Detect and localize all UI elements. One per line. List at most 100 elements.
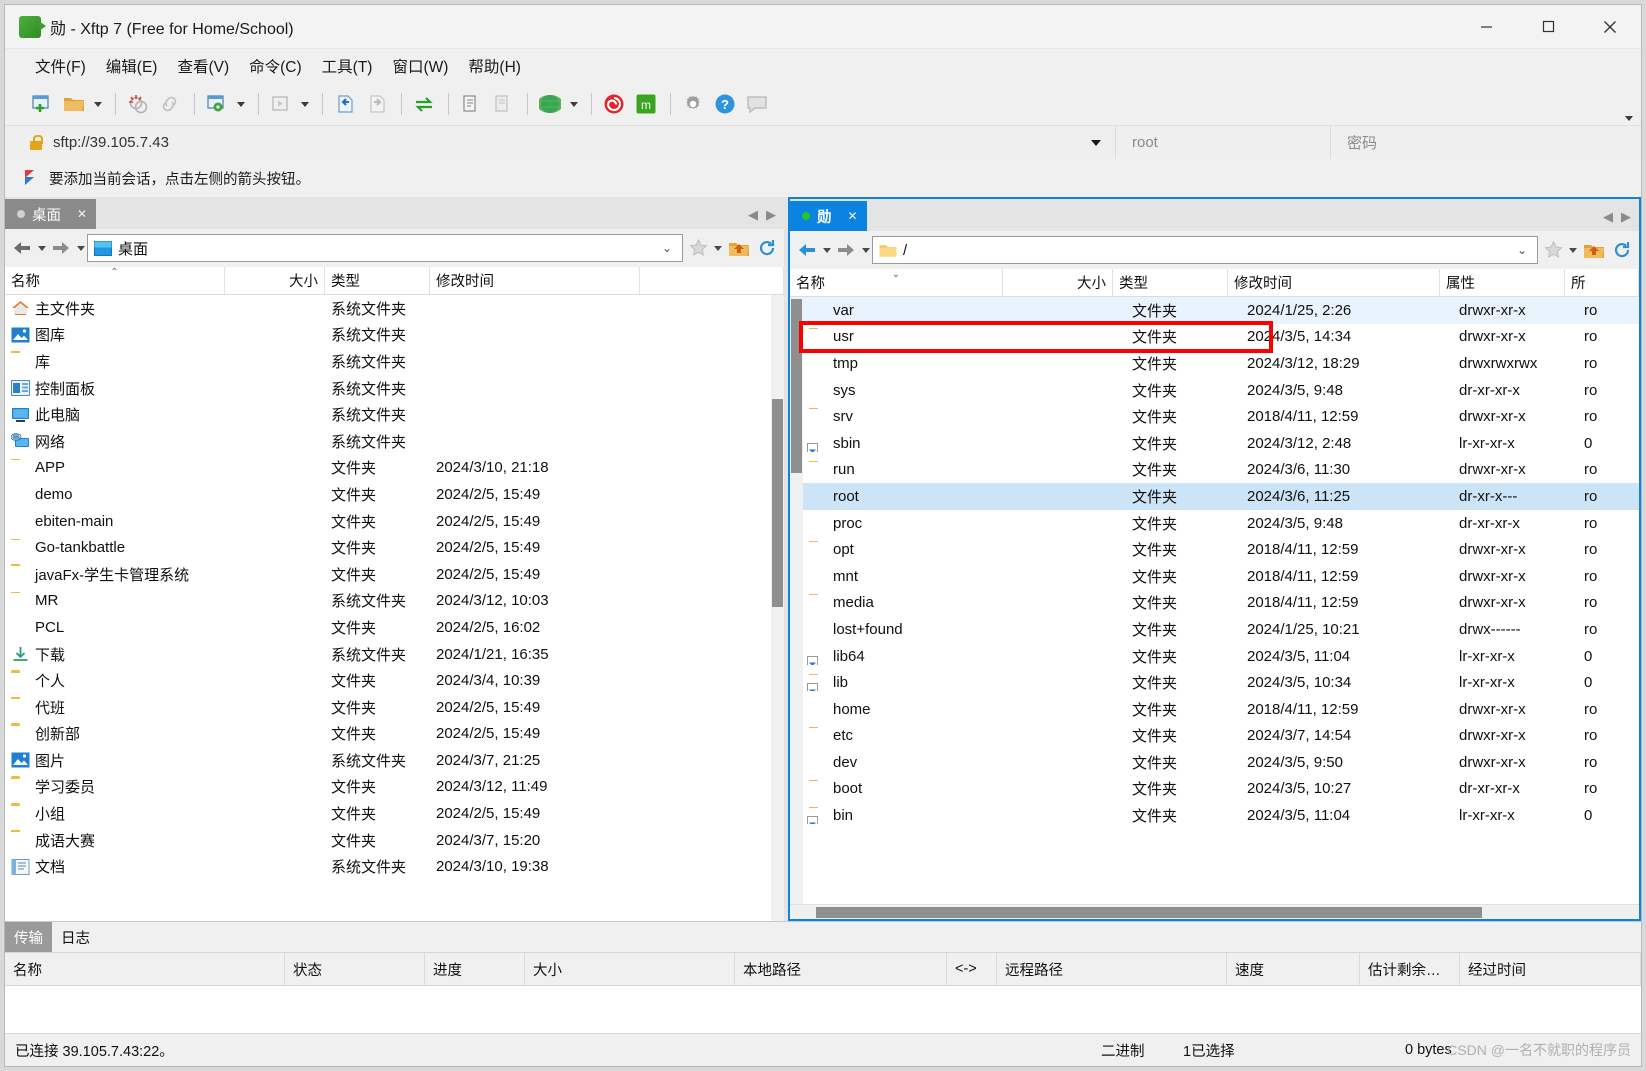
table-row[interactable]: Go-tankbattle 文件夹 2024/2/5, 15:49	[5, 534, 771, 561]
table-row[interactable]: MR 系统文件夹 2024/3/12, 10:03	[5, 588, 771, 615]
username-field[interactable]: root	[1116, 126, 1331, 159]
table-row[interactable]: 成语大赛 文件夹 2024/3/7, 15:20	[5, 827, 771, 854]
local-col-type[interactable]: 类型	[325, 267, 430, 294]
link-icon[interactable]	[155, 89, 185, 119]
remote-col-modified[interactable]: 修改时间	[1228, 269, 1440, 296]
transfer-col-local-path[interactable]: 本地路径	[735, 953, 947, 985]
table-row[interactable]: mnt 文件夹 2018/4/11, 12:59 drwxr-xr-x ro	[803, 563, 1639, 590]
transfer-list[interactable]	[5, 986, 1641, 1034]
local-back-button[interactable]	[9, 233, 35, 263]
transfer-col-direction[interactable]: <->	[947, 953, 997, 985]
remote-path-input[interactable]: / ⌄	[872, 236, 1538, 264]
table-row[interactable]: 下载 系统文件夹 2024/1/21, 16:35	[5, 641, 771, 668]
menu-file[interactable]: 文件(F)	[25, 51, 96, 81]
local-tab-desktop[interactable]: 桌面 ✕	[5, 199, 97, 229]
disconnect-icon[interactable]	[123, 89, 153, 119]
run-dropdown[interactable]	[298, 89, 312, 119]
browser-icon[interactable]	[535, 89, 565, 119]
table-row[interactable]: PCL 文件夹 2024/2/5, 16:02	[5, 614, 771, 641]
table-row[interactable]: dev 文件夹 2024/3/5, 9:50 drwxr-xr-x ro	[803, 749, 1639, 776]
remote-scroll-thumb[interactable]	[791, 299, 802, 473]
remote-tab-session[interactable]: 勋 ✕	[790, 201, 867, 231]
password-field[interactable]: 密码	[1331, 126, 1641, 159]
remote-col-owner[interactable]: 所	[1565, 269, 1639, 296]
browser-dropdown[interactable]	[567, 89, 581, 119]
copy-icon[interactable]	[456, 89, 486, 119]
table-row[interactable]: 控制面板 系统文件夹	[5, 375, 771, 402]
local-col-modified[interactable]: 修改时间	[430, 267, 640, 294]
settings-icon[interactable]	[678, 89, 708, 119]
minimize-button[interactable]	[1455, 5, 1517, 48]
open-folder-dropdown[interactable]	[91, 89, 105, 119]
table-row[interactable]: 图库 系统文件夹	[5, 322, 771, 349]
table-row[interactable]: srv 文件夹 2018/4/11, 12:59 drwxr-xr-x ro	[803, 403, 1639, 430]
run-icon[interactable]	[266, 89, 296, 119]
transfer-settings-dropdown[interactable]	[234, 89, 248, 119]
table-row[interactable]: home 文件夹 2018/4/11, 12:59 drwxr-xr-x ro	[803, 696, 1639, 723]
open-folder-icon[interactable]	[59, 89, 89, 119]
remote-vertical-scrollbar[interactable]	[790, 297, 803, 904]
table-row[interactable]: 小组 文件夹 2024/2/5, 15:49	[5, 800, 771, 827]
import-icon[interactable]	[330, 89, 360, 119]
local-favorites-star[interactable]	[685, 233, 711, 263]
local-col-size[interactable]: 大小	[225, 267, 325, 294]
table-row[interactable]: media 文件夹 2018/4/11, 12:59 drwxr-xr-x ro	[803, 590, 1639, 617]
table-row[interactable]: APP 文件夹 2024/3/10, 21:18	[5, 455, 771, 482]
local-forward-dropdown[interactable]	[74, 233, 87, 263]
tab-log[interactable]: 日志	[52, 922, 99, 952]
local-home-folder-icon[interactable]	[726, 233, 752, 263]
remote-refresh-icon[interactable]	[1609, 235, 1635, 265]
tab-scroll-left-icon[interactable]: ◀	[1599, 206, 1617, 228]
local-refresh-icon[interactable]	[754, 233, 780, 263]
menu-tools[interactable]: 工具(T)	[312, 51, 383, 81]
transfer-col-elapsed[interactable]: 经过时间	[1460, 953, 1641, 985]
tab-scroll-right-icon[interactable]: ▶	[1617, 206, 1635, 228]
close-icon[interactable]: ✕	[848, 209, 858, 223]
remote-col-type[interactable]: 类型	[1113, 269, 1228, 296]
menu-command[interactable]: 命令(C)	[239, 51, 312, 81]
transfer-col-progress[interactable]: 进度	[425, 953, 525, 985]
remote-horizontal-scrollbar[interactable]	[790, 904, 1639, 919]
local-col-name[interactable]: 名称 ⌃	[5, 267, 225, 294]
table-row[interactable]: demo 文件夹 2024/2/5, 15:49	[5, 481, 771, 508]
transfer-col-speed[interactable]: 速度	[1227, 953, 1360, 985]
address-dropdown-caret[interactable]	[1091, 139, 1101, 146]
paste-icon[interactable]	[488, 89, 518, 119]
maximize-button[interactable]	[1517, 5, 1579, 48]
remote-forward-button[interactable]	[833, 235, 859, 265]
table-row[interactable]: lost+found 文件夹 2024/1/25, 10:21 drwx------ r…	[803, 616, 1639, 643]
remote-favorites-star[interactable]	[1540, 235, 1566, 265]
remote-col-name[interactable]: 名称 ⌄	[790, 269, 1003, 296]
local-forward-button[interactable]	[48, 233, 74, 263]
table-row[interactable]: var 文件夹 2024/1/25, 2:26 drwxr-xr-x ro	[803, 297, 1639, 324]
transfer-col-size[interactable]: 大小	[525, 953, 735, 985]
menu-view[interactable]: 查看(V)	[167, 51, 239, 81]
close-icon[interactable]: ✕	[77, 207, 87, 221]
transfer-col-remote-path[interactable]: 远程路径	[997, 953, 1227, 985]
transfer-settings-icon[interactable]	[202, 89, 232, 119]
table-row[interactable]: lib 文件夹 2024/3/5, 10:34 lr-xr-xr-x 0	[803, 669, 1639, 696]
remote-home-folder-icon[interactable]	[1581, 235, 1607, 265]
help-icon[interactable]: ?	[710, 89, 740, 119]
menu-edit[interactable]: 编辑(E)	[96, 51, 168, 81]
table-row[interactable]: 学习委员 文件夹 2024/3/12, 11:49	[5, 774, 771, 801]
new-session-icon[interactable]	[27, 89, 57, 119]
local-file-list[interactable]: 主文件夹 系统文件夹 图库 系统文件夹库系统文件夹 控制面板 系统文件夹 此电脑 系统文件夹网…	[5, 295, 771, 921]
table-row[interactable]: 此电脑 系统文件夹	[5, 401, 771, 428]
tab-scroll-right-icon[interactable]: ▶	[762, 204, 780, 226]
remote-forward-dropdown[interactable]	[859, 235, 872, 265]
table-row[interactable]: tmp 文件夹 2024/3/12, 18:29 drwxrwxrwx ro	[803, 350, 1639, 377]
remote-col-attrs[interactable]: 属性	[1440, 269, 1565, 296]
table-row[interactable]: 文档 系统文件夹 2024/3/10, 19:38	[5, 853, 771, 880]
remote-hscroll-thumb[interactable]	[816, 907, 1482, 918]
remote-back-button[interactable]	[794, 235, 820, 265]
close-button[interactable]	[1579, 5, 1641, 48]
table-row[interactable]: 创新部 文件夹 2024/2/5, 15:49	[5, 721, 771, 748]
local-favorites-dropdown[interactable]	[711, 233, 724, 263]
tab-transfer[interactable]: 传输	[5, 922, 52, 952]
xshell-icon[interactable]	[599, 89, 629, 119]
table-row[interactable]: 代班 文件夹 2024/2/5, 15:49	[5, 694, 771, 721]
table-row[interactable]: opt 文件夹 2018/4/11, 12:59 drwxr-xr-x ro	[803, 536, 1639, 563]
transfer-col-name[interactable]: 名称	[5, 953, 285, 985]
table-row[interactable]: sbin 文件夹 2024/3/12, 2:48 lr-xr-xr-x 0	[803, 430, 1639, 457]
